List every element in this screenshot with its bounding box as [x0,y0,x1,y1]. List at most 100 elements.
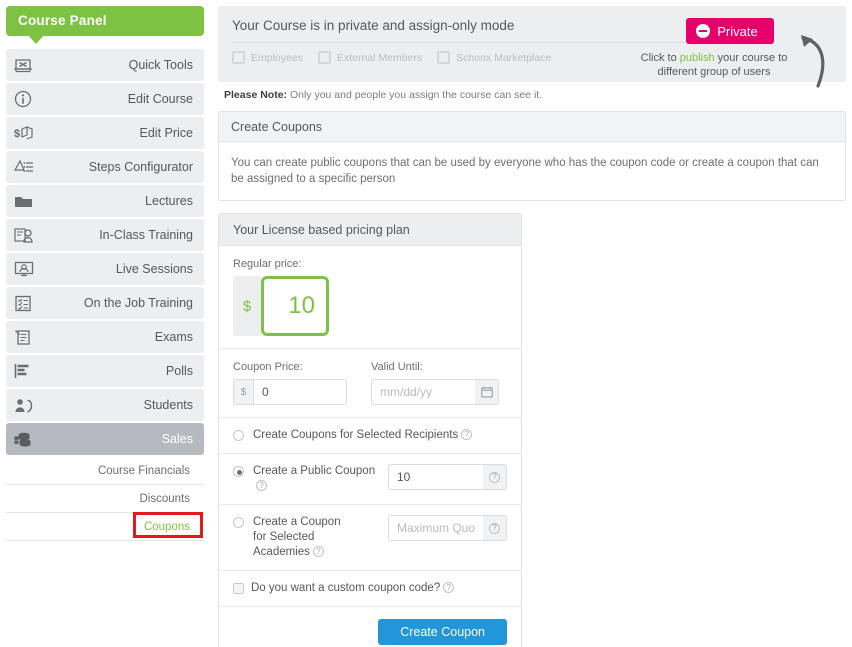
exam-icon [14,329,40,346]
valid-until-input-group [371,379,499,405]
publish-link[interactable]: publish [680,52,715,64]
valid-until-field: Valid Until: [371,361,499,405]
coupon-price-section: Coupon Price: $ Valid Until: [219,349,521,418]
quick-tools-icon [14,57,40,73]
sidebar-item-sales[interactable]: Sales [6,423,204,455]
custom-code-row[interactable]: Do you want a custom coupon code?? [219,571,521,607]
radio-selected-recipients[interactable] [233,430,244,441]
option-row-selected-recipients[interactable]: Create Coupons for Selected Recipients? [219,418,521,454]
sidebar-subnav: Course Financials Discounts Coupons [6,457,204,541]
calendar-icon[interactable] [475,379,499,405]
checkbox-box-icon [232,51,245,64]
regular-price-display: $ 10 [233,276,507,336]
students-icon [14,398,40,413]
sidebar-item-label: Students [143,398,193,412]
option-text: Create a Public Coupon [253,465,376,477]
checkbox-schoox-marketplace[interactable]: Schoox Marketplace [437,51,551,64]
help-glyph: ? [489,471,500,483]
steps-icon [14,159,40,175]
sidebar-item-quick-tools[interactable]: Quick Tools [6,49,204,81]
checkbox-label: Employees [251,51,303,64]
sidebar-subitem-label: Course Financials [97,464,190,477]
sidebar-item-in-class-training[interactable]: In-Class Training [6,219,204,251]
sidebar-item-steps-configurator[interactable]: Steps Configurator [6,151,204,183]
currency-addon: $ [233,379,253,405]
checklist-icon [14,295,40,312]
sidebar-item-label: In-Class Training [99,228,193,242]
privacy-status-area: Private Click to publish your course to … [622,18,832,88]
sidebar-item-lectures[interactable]: Lectures [6,185,204,217]
academies-quota-group: ? [388,515,507,541]
sidebar-subitem-discounts[interactable]: Discounts [6,485,204,513]
academies-quota-input[interactable] [388,515,483,541]
pricing-card-footer: Create Coupon [219,607,521,647]
sidebar: Course Panel Quick Tools Edit Course $ E… [0,0,210,647]
sidebar-item-label: Lectures [145,194,193,208]
valid-until-label: Valid Until: [371,361,423,373]
option-text: Create Coupons for Selected Recipients [253,429,459,441]
checkbox-employees[interactable]: Employees [232,51,303,64]
no-entry-icon [696,24,711,38]
checkbox-box-icon [437,51,451,64]
sidebar-subitem-label: Coupons [143,520,190,533]
help-icon[interactable]: ? [443,582,455,594]
sidebar-item-label: Quick Tools [128,58,193,72]
coupon-price-label: Coupon Price: [233,361,303,373]
help-icon[interactable]: ? [461,429,473,441]
main-content: Your Course is in private and assign-onl… [210,0,852,647]
sidebar-subitem-course-financials[interactable]: Course Financials [6,457,204,485]
sidebar-item-label: Live Sessions [115,262,193,276]
info-icon [14,90,40,108]
sidebar-subitem-label: Discounts [139,492,191,505]
sidebar-item-edit-price[interactable]: $ Edit Price [6,117,204,149]
sidebar-item-edit-course[interactable]: Edit Course [6,83,204,115]
privacy-note: Please Note: Only you and people you ass… [224,89,846,101]
help-icon[interactable]: ? [256,480,267,492]
radio-public-coupon[interactable] [233,466,244,477]
help-icon[interactable]: ? [483,464,507,490]
coupon-price-input-group: $ [233,379,347,405]
create-coupons-description: You can create public coupons that can b… [231,157,819,185]
pricing-plan-heading: Your License based pricing plan [219,214,521,246]
regular-price-value: 10 [261,276,329,336]
privacy-banner: Your Course is in private and assign-onl… [218,6,846,88]
sidebar-item-students[interactable]: Students [6,389,204,421]
option-row-public-coupon[interactable]: Create a Public Coupon? ? [219,454,521,505]
sidebar-item-label: Polls [165,364,193,378]
sidebar-item-label: Edit Course [127,92,193,106]
coupon-price-input[interactable] [253,379,347,405]
privacy-hint-prefix: Click to [640,52,680,64]
privacy-note-bold: Please Note: [224,89,288,101]
valid-until-input[interactable] [371,379,475,405]
app-root: Course Panel Quick Tools Edit Course $ E… [0,0,852,647]
pricing-plan-card: Your License based pricing plan Regular … [218,213,522,647]
sidebar-nav: Quick Tools Edit Course $ Edit Price Ste… [6,49,204,455]
help-icon[interactable]: ? [312,546,324,558]
sidebar-item-label: On the Job Training [83,296,193,310]
sidebar-item-live-sessions[interactable]: Live Sessions [6,253,204,285]
sidebar-item-exams[interactable]: Exams [6,321,204,353]
in-class-training-icon [14,227,40,244]
checkbox-label: Schoox Marketplace [456,51,552,64]
sidebar-item-on-the-job-training[interactable]: On the Job Training [6,287,204,319]
sidebar-subitem-coupons[interactable]: Coupons [6,512,204,541]
currency-symbol: $ [233,276,261,336]
public-coupon-quota-input[interactable] [388,464,483,490]
option-text: Create a Coupon for Selected Academies [253,516,341,558]
privacy-status-button[interactable]: Private [686,18,774,44]
create-coupon-button[interactable]: Create Coupon [378,619,507,645]
folder-icon [14,194,40,209]
academies-input-group: ? [388,515,507,541]
course-panel-header: Course Panel [6,6,204,44]
regular-price-section: Regular price: $ 10 [219,246,521,349]
create-coupons-heading: Create Coupons [219,112,845,142]
checkbox-external-members[interactable]: External Members [317,51,422,64]
checkbox-custom-coupon-code[interactable] [233,583,244,594]
coupon-price-field: Coupon Price: $ [233,361,347,405]
radio-selected-academies[interactable] [233,517,244,528]
option-row-selected-academies[interactable]: Create a Coupon for Selected Academies? … [219,505,521,571]
sidebar-item-polls[interactable]: Polls [6,355,204,387]
sidebar-item-label: Edit Price [139,126,194,140]
help-icon[interactable]: ? [483,515,507,541]
sidebar-item-label: Steps Configurator [88,160,193,174]
